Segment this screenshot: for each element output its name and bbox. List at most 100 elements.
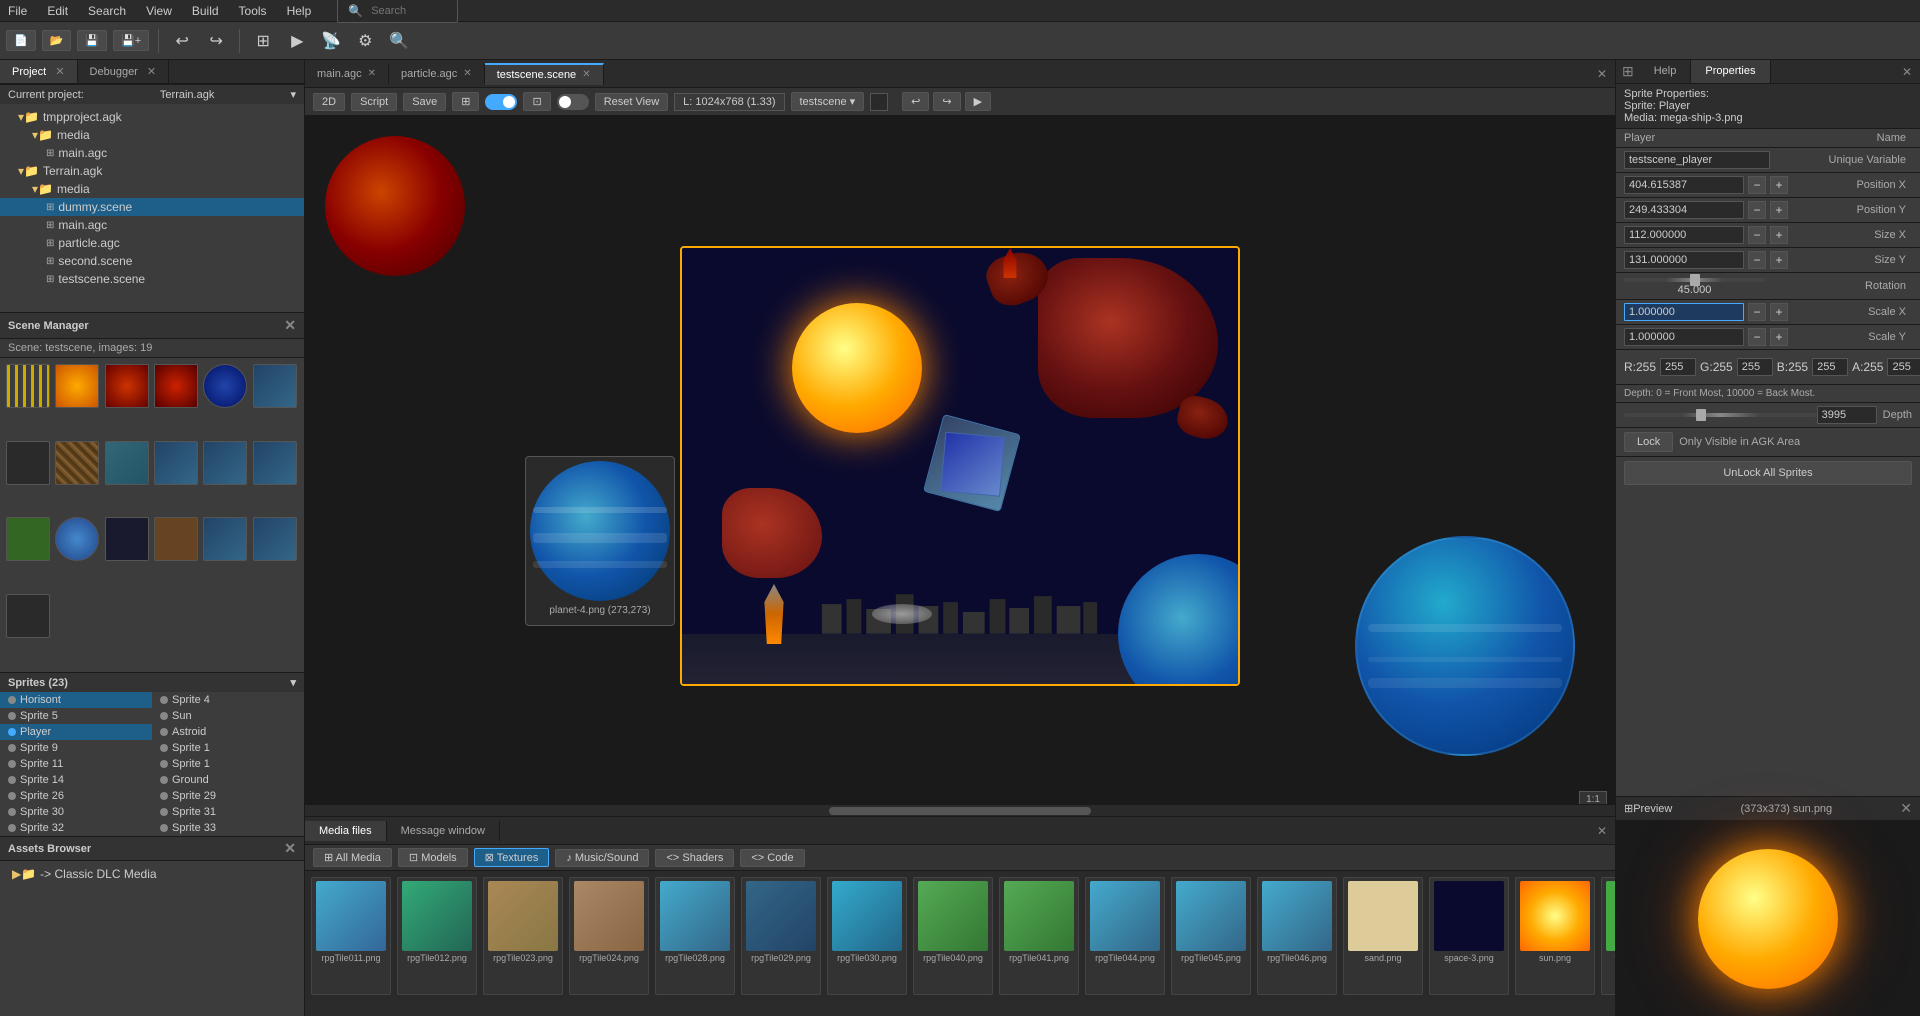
tree-item-dummy-scene[interactable]: ⊞ dummy.scene [0, 198, 304, 216]
view-icons-btn[interactable]: ⊡ [523, 92, 550, 111]
scene-thumb-3[interactable] [105, 364, 149, 408]
save-all-btn[interactable]: 💾+ [113, 30, 149, 51]
tree-item-main-agc2[interactable]: ⊞ main.agc [0, 216, 304, 234]
undo-scene-btn[interactable]: ↩ [902, 92, 929, 111]
tree-item-media2[interactable]: ▾📁 media [0, 180, 304, 198]
sprite-item-ground[interactable]: Ground [152, 772, 304, 788]
canvas-hscrollbar[interactable] [305, 804, 1615, 816]
save-scene-btn[interactable]: Save [403, 93, 446, 111]
toggle-switch[interactable] [485, 94, 517, 110]
right-panel-close-icon[interactable]: ✕ [1894, 60, 1920, 83]
settings-btn[interactable]: ⚙ [351, 27, 379, 55]
pos-x-minus-btn[interactable]: − [1748, 176, 1766, 194]
media-panel-close-icon[interactable]: ✕ [1589, 824, 1615, 838]
rotation-slider[interactable] [1624, 278, 1765, 282]
scene-thumb-11[interactable] [203, 441, 247, 485]
search-box[interactable]: 🔍 [337, 0, 458, 23]
tab-debugger[interactable]: Debugger ✕ [78, 60, 170, 83]
media-item-rpgtile011[interactable]: rpgTile011.png [311, 877, 391, 995]
pos-y-input[interactable] [1624, 201, 1744, 219]
sprite-item-sprite14[interactable]: Sprite 14 [0, 772, 152, 788]
pos-x-input[interactable] [1624, 176, 1744, 194]
broadcast-btn[interactable]: 📡 [317, 27, 345, 55]
media-item-rpgtile030[interactable]: rpgTile030.png [827, 877, 907, 995]
scene-thumb-5[interactable] [203, 364, 247, 408]
menu-help[interactable]: Help [283, 2, 316, 20]
scene-thumb-15[interactable] [105, 517, 149, 561]
pos-y-plus-btn[interactable]: + [1770, 201, 1788, 219]
sprite-item-sprite1b[interactable]: Sprite 1 [152, 756, 304, 772]
menu-tools[interactable]: Tools [235, 2, 271, 20]
color-picker-swatch[interactable] [870, 93, 888, 111]
classic-dlc-item[interactable]: ▶📁 -> Classic DLC Media [4, 865, 300, 883]
sprite-item-player[interactable]: Player [0, 724, 152, 740]
tabs-close-panel-icon[interactable]: ✕ [1589, 67, 1615, 81]
scene-thumb-2[interactable] [55, 364, 99, 408]
preview-close-icon[interactable]: ✕ [1900, 800, 1912, 817]
right-panel-icon[interactable]: ⊞ [1616, 60, 1640, 83]
sprite-item-sprite9[interactable]: Sprite 9 [0, 740, 152, 756]
sprites-header[interactable]: Sprites (23) ▾ [0, 673, 304, 692]
scene-canvas[interactable] [680, 246, 1240, 686]
scene-thumb-14[interactable] [55, 517, 99, 561]
scene-thumb-12[interactable] [253, 441, 297, 485]
scene-thumb-8[interactable] [55, 441, 99, 485]
debugger-close-icon[interactable]: ✕ [147, 66, 156, 78]
script-btn[interactable]: Script [351, 93, 397, 111]
scene-dropdown-btn[interactable]: testscene ▾ [791, 92, 865, 111]
tab-message-window[interactable]: Message window [387, 821, 500, 841]
filter-textures[interactable]: ⊠ Textures [474, 848, 550, 867]
pos-x-plus-btn[interactable]: + [1770, 176, 1788, 194]
sprite-item-sprite31[interactable]: Sprite 31 [152, 804, 304, 820]
size-x-minus-btn[interactable]: − [1748, 226, 1766, 244]
play-btn[interactable]: ▶ [283, 27, 311, 55]
scene-thumb-10[interactable] [154, 441, 198, 485]
media-item-rpgtile012[interactable]: rpgTile012.png [397, 877, 477, 995]
scale-x-minus-btn[interactable]: − [1748, 303, 1766, 321]
size-x-input[interactable] [1624, 226, 1744, 244]
media-item-rpgtile024[interactable]: rpgTile024.png [569, 877, 649, 995]
scene-thumb-17[interactable] [203, 517, 247, 561]
size-y-plus-btn[interactable]: + [1770, 251, 1788, 269]
color-g-input[interactable] [1737, 358, 1773, 376]
tree-item-testscene[interactable]: ⊞ testscene.scene [0, 270, 304, 288]
menu-file[interactable]: File [4, 2, 31, 20]
tab-project[interactable]: Project ✕ [0, 60, 78, 83]
sprite-item-astroid[interactable]: Astroid [152, 724, 304, 740]
tab-media-files[interactable]: Media files [305, 821, 387, 841]
scene-manager-close-icon[interactable]: ✕ [284, 317, 296, 334]
media-item-space3[interactable]: space-3.png [1429, 877, 1509, 995]
filter-models[interactable]: ⊡ Models [398, 848, 468, 867]
media-item-sun[interactable]: sun.png [1515, 877, 1595, 995]
depth-slider[interactable] [1624, 413, 1817, 417]
color-b-input[interactable] [1812, 358, 1848, 376]
color-a-input[interactable] [1887, 358, 1920, 376]
scale-y-input[interactable] [1624, 328, 1744, 346]
spaceship[interactable] [923, 414, 1021, 512]
filter-all[interactable]: ⊞ All Media [313, 848, 392, 867]
tab-particle-agc[interactable]: particle.agc ✕ [389, 64, 485, 84]
project-close-icon[interactable]: ✕ [55, 66, 64, 78]
color-r-input[interactable] [1660, 358, 1696, 376]
menu-build[interactable]: Build [188, 2, 223, 20]
filter-music[interactable]: ♪ Music/Sound [555, 849, 649, 867]
scale-y-minus-btn[interactable]: − [1748, 328, 1766, 346]
filter-shaders[interactable]: <> Shaders [655, 849, 734, 867]
scene-thumb-7[interactable] [6, 441, 50, 485]
scene-thumb-16[interactable] [154, 517, 198, 561]
sprite-item-sun[interactable]: Sun [152, 708, 304, 724]
toggle-switch2[interactable] [557, 94, 589, 110]
tree-item-main-agc1[interactable]: ⊞ main.agc [0, 144, 304, 162]
scene-thumb-6[interactable] [253, 364, 297, 408]
menu-search[interactable]: Search [84, 2, 130, 20]
lock-btn[interactable]: Lock [1624, 432, 1673, 452]
media-item-rpgtile040[interactable]: rpgTile040.png [913, 877, 993, 995]
media-item-rpgtile041[interactable]: rpgTile041.png [999, 877, 1079, 995]
sprite-item-sprite4[interactable]: Sprite 4 [152, 692, 304, 708]
tab-main-agc[interactable]: main.agc ✕ [305, 64, 389, 84]
sprite-item-sprite32[interactable]: Sprite 32 [0, 820, 152, 836]
media-item-sand[interactable]: sand.png [1343, 877, 1423, 995]
unique-var-input[interactable] [1624, 151, 1770, 169]
scene-thumb-9[interactable] [105, 441, 149, 485]
tab-testscene-close-icon[interactable]: ✕ [582, 69, 590, 80]
